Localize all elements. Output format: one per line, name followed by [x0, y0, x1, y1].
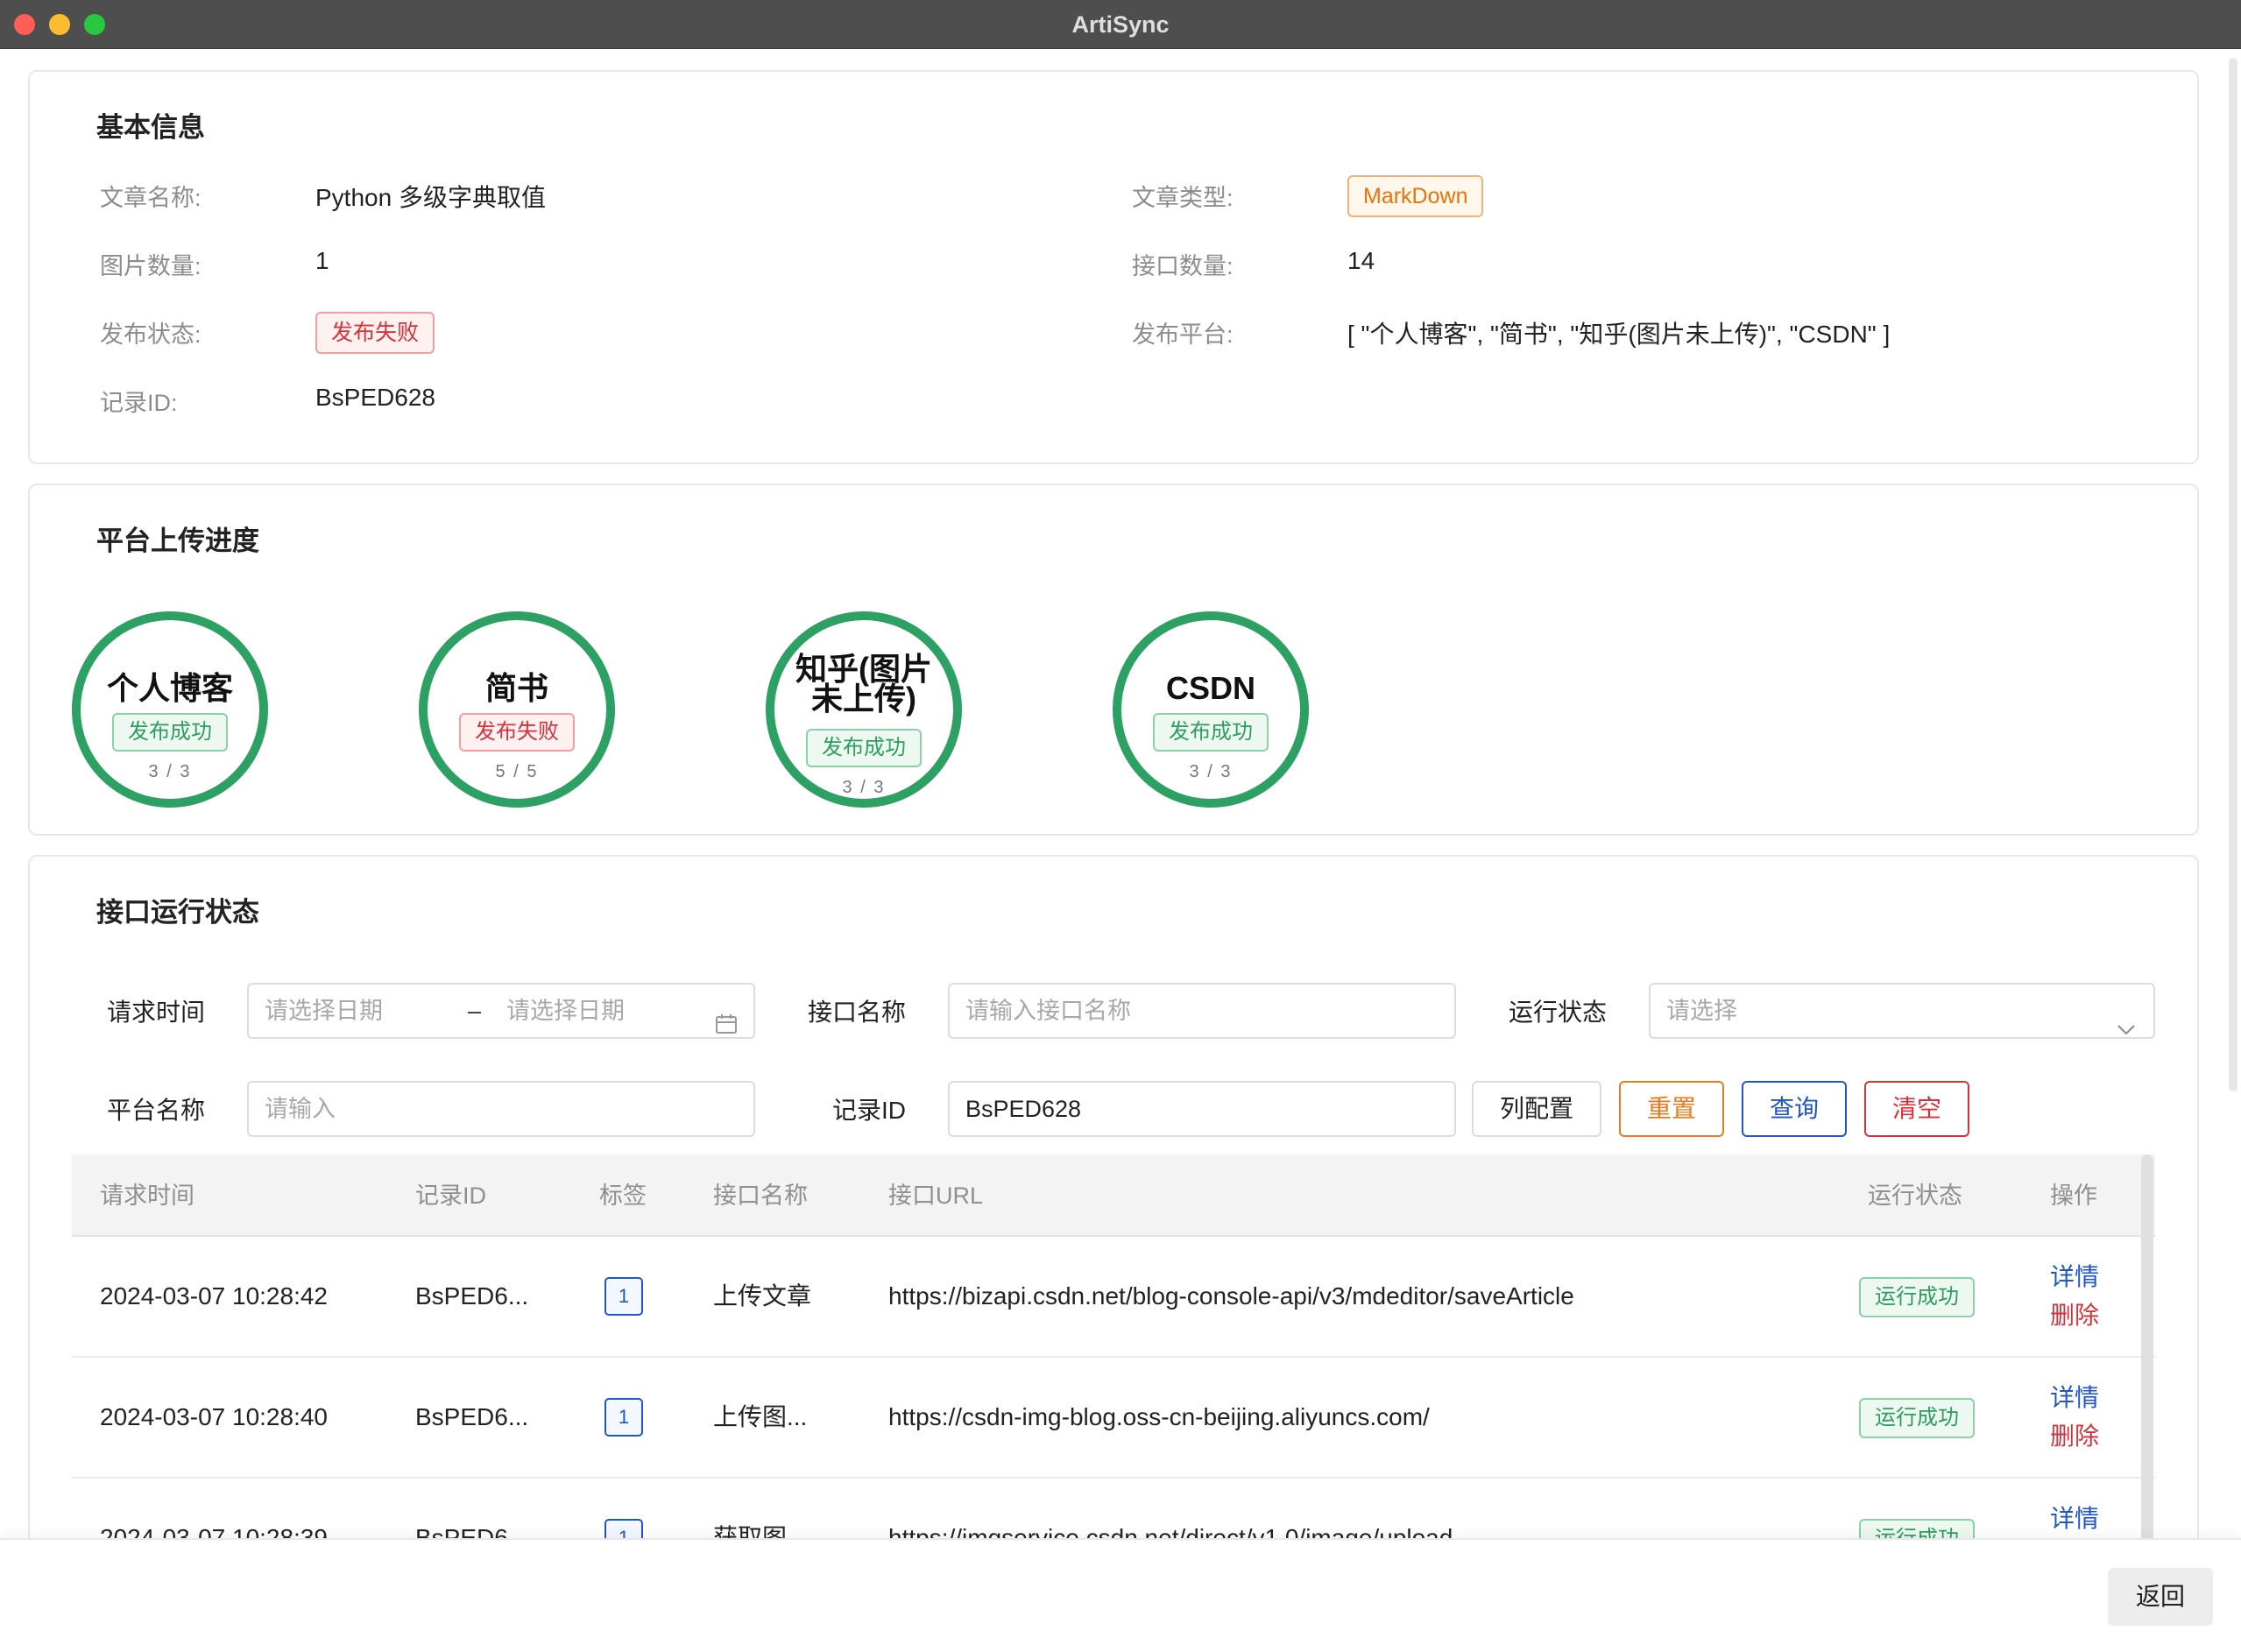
cell-record-id: BsPED6...: [415, 1403, 529, 1430]
column-header[interactable]: 接口名称: [713, 1154, 808, 1237]
cell-url: https://bizapi.csdn.net/blog-console-api…: [888, 1282, 1574, 1310]
cell-tag: 1: [604, 1398, 643, 1437]
footer-bar: 返回: [0, 1538, 2241, 1652]
platform-count: 3 / 3: [842, 778, 886, 797]
basic-info-card: 基本信息 文章名称: Python 多级字典取值 文章类型: MarkDown …: [28, 70, 2199, 464]
run-status-placeholder: 请选择: [1666, 998, 1737, 1024]
api-name-placeholder: 请输入接口名称: [965, 998, 1131, 1024]
page-scrollbar[interactable]: [2229, 58, 2237, 1091]
end-date-input[interactable]: 请选择日期: [506, 985, 625, 1037]
platforms-label: 发布平台:: [1132, 321, 1234, 348]
publish-status-label: 发布状态:: [100, 321, 201, 348]
reset-button[interactable]: 重置: [1619, 1081, 1724, 1137]
column-header[interactable]: 运行状态: [1868, 1154, 1962, 1237]
platform-name-placeholder: 请输入: [265, 1096, 336, 1122]
platform-count: 5 / 5: [495, 762, 539, 781]
start-date-input[interactable]: 请选择日期: [265, 998, 383, 1024]
platform-count: 3 / 3: [1189, 762, 1233, 781]
table-scrollbar[interactable]: [2141, 1154, 2153, 1592]
record-id-input-value: BsPED628: [965, 1096, 1082, 1122]
platform-name-label: 平台名称: [107, 1097, 206, 1124]
platform-count: 3 / 3: [148, 762, 192, 781]
column-header[interactable]: 标签: [599, 1154, 647, 1237]
cell-time: 2024-03-07 10:28:40: [100, 1403, 328, 1430]
record-id-filter-label: 记录ID: [832, 1097, 907, 1124]
image-count-value: 1: [315, 247, 329, 274]
api-name-input[interactable]: 请输入接口名称: [948, 983, 1456, 1039]
delete-link[interactable]: 删除: [2050, 1296, 2099, 1331]
platform-status-tag: 发布成功: [112, 713, 228, 752]
table-row: 2024-03-07 10:28:40 BsPED6... 1 上传图... h…: [72, 1358, 2155, 1479]
platform-progress-csdn: CSDN 发布成功 3 / 3: [1113, 611, 1309, 808]
main-content: 基本信息 文章名称: Python 多级字典取值 文章类型: MarkDown …: [0, 49, 2241, 1652]
chevron-down-icon: [2117, 1002, 2136, 1055]
article-type-tag: MarkDown: [1347, 175, 1484, 217]
platform-progress-jianshu: 简书 发布失败 5 / 5: [419, 611, 615, 808]
window-title: ArtiSync: [1071, 11, 1170, 38]
platform-progress-title: 平台上传进度: [96, 526, 259, 556]
cell-api-name: 上传图...: [713, 1403, 808, 1430]
platform-progress-zhihu: 知乎(图片 未上传) 发布成功 3 / 3: [766, 611, 962, 808]
back-button[interactable]: 返回: [2108, 1568, 2213, 1626]
column-header[interactable]: 接口URL: [888, 1154, 983, 1237]
column-header[interactable]: 记录ID: [415, 1154, 486, 1237]
record-id-input[interactable]: BsPED628: [948, 1081, 1456, 1137]
query-button[interactable]: 查询: [1742, 1081, 1847, 1137]
detail-link[interactable]: 详情: [2050, 1258, 2099, 1293]
image-count-label: 图片数量:: [100, 253, 201, 279]
cell-status-tag: 运行成功: [1859, 1277, 1975, 1317]
request-time-label: 请求时间: [107, 999, 206, 1026]
clear-button[interactable]: 清空: [1864, 1081, 1969, 1137]
cell-time: 2024-03-07 10:28:42: [100, 1282, 328, 1310]
platform-status-tag: 发布成功: [1153, 713, 1269, 752]
column-header[interactable]: 请求时间: [100, 1154, 194, 1237]
cell-record-id: BsPED6...: [415, 1282, 529, 1310]
platform-status-tag: 发布成功: [806, 729, 922, 767]
range-separator: –: [468, 998, 482, 1024]
detail-link[interactable]: 详情: [2050, 1500, 2099, 1535]
article-name-label: 文章名称:: [100, 185, 201, 211]
record-id-value: BsPED628: [315, 384, 435, 411]
publish-status-tag: 发布失败: [315, 312, 435, 354]
run-status-label: 运行状态: [1509, 999, 1608, 1026]
run-status-select[interactable]: 请选择: [1649, 983, 2155, 1039]
table-header: 请求时间 记录ID 标签 接口名称 接口URL 运行状态 操作: [72, 1154, 2155, 1237]
cell-tag: 1: [604, 1277, 643, 1316]
api-status-title: 接口运行状态: [96, 897, 259, 928]
record-id-label: 记录ID:: [100, 390, 178, 416]
title-bar: ArtiSync: [0, 0, 2241, 49]
platform-name: 个人博客: [106, 670, 233, 706]
api-name-label: 接口名称: [808, 999, 907, 1026]
column-config-button[interactable]: 列配置: [1472, 1081, 1601, 1137]
calendar-icon[interactable]: [715, 1000, 738, 1034]
platform-name: 简书: [484, 670, 548, 706]
platform-status-tag: 发布失败: [459, 713, 575, 752]
platform-progress-blog: 个人博客 发布成功 3 / 3: [72, 611, 268, 808]
api-count-label: 接口数量:: [1132, 253, 1234, 279]
platform-name: CSDN: [1165, 670, 1255, 706]
cell-status-tag: 运行成功: [1859, 1398, 1975, 1438]
article-type-label: 文章类型:: [1132, 185, 1234, 211]
table-row: 2024-03-07 10:28:42 BsPED6... 1 上传文章 htt…: [72, 1237, 2155, 1358]
date-range-picker[interactable]: 请选择日期 – 请选择日期: [247, 983, 755, 1039]
cell-api-name: 上传文章: [713, 1282, 812, 1310]
platform-name-line2: 未上传): [811, 681, 916, 717]
column-header[interactable]: 操作: [2050, 1154, 2097, 1237]
api-count-value: 14: [1347, 247, 1375, 274]
platforms-value: [ "个人博客", "简书", "知乎(图片未上传)", "CSDN" ]: [1347, 321, 1891, 348]
platform-progress-card: 平台上传进度: [28, 484, 2199, 836]
article-name-value: Python 多级字典取值: [315, 184, 546, 211]
basic-info-title: 基本信息: [96, 112, 205, 143]
cell-url: https://csdn-img-blog.oss-cn-beijing.ali…: [888, 1403, 1430, 1430]
delete-link[interactable]: 删除: [2050, 1417, 2099, 1452]
platform-name-input[interactable]: 请输入: [247, 1081, 755, 1137]
detail-link[interactable]: 详情: [2050, 1379, 2099, 1414]
